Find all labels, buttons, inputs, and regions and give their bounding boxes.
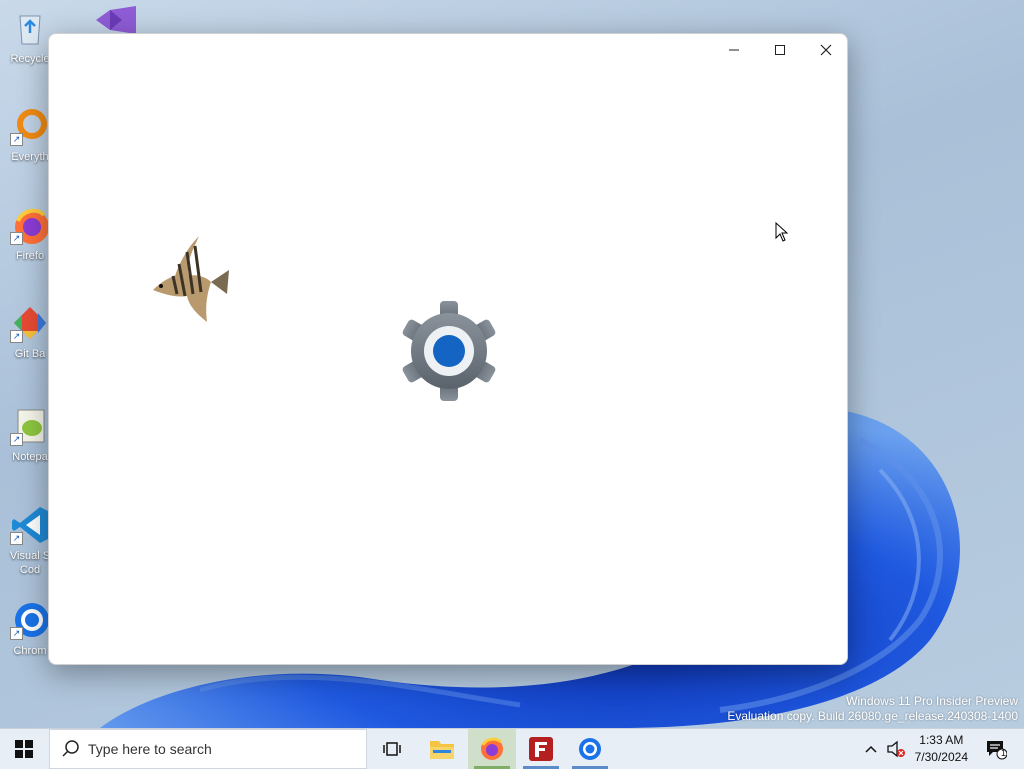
taskbar: Type here to search 1:33 AM 7/30/2024 1	[0, 728, 1024, 769]
chrome-icon: ↗	[10, 600, 50, 640]
shortcut-arrow-icon: ↗	[10, 330, 23, 343]
watermark-line-2: Evaluation copy. Build 26080.ge_release.…	[727, 709, 1018, 723]
everything-search-icon: ↗	[10, 106, 50, 146]
git-bash-icon: ↗	[10, 303, 50, 343]
shortcut-arrow-icon: ↗	[10, 532, 23, 545]
taskbar-file-explorer[interactable]	[418, 729, 466, 769]
taskbar-chrome[interactable]	[566, 729, 614, 769]
chevron-up-icon	[865, 745, 877, 753]
recycle-bin-icon	[10, 8, 50, 48]
app-window[interactable]	[48, 33, 848, 665]
minimize-button[interactable]	[711, 34, 757, 66]
angelfish-icon[interactable]	[149, 234, 239, 324]
notepad-plus-plus-icon: ↗	[10, 406, 50, 446]
firefox-icon	[481, 737, 503, 760]
clock-date: 7/30/2024	[914, 750, 968, 764]
shortcut-arrow-icon: ↗	[10, 627, 23, 640]
volume-muted-icon	[887, 740, 905, 758]
shortcut-arrow-icon: ↗	[10, 433, 23, 446]
filezilla-icon	[529, 737, 553, 761]
taskbar-firefox[interactable]	[468, 729, 516, 769]
watermark-line-1: Windows 11 Pro Insider Preview	[846, 694, 1018, 708]
windows-watermark: Windows 11 Pro Insider Preview Evaluatio…	[727, 694, 1018, 724]
task-view-icon	[383, 742, 401, 756]
maximize-icon	[775, 45, 785, 55]
taskbar-search-box[interactable]: Type here to search	[49, 729, 367, 769]
volume-button[interactable]	[884, 729, 908, 769]
vscode-icon: ↗	[10, 505, 50, 545]
firefox-icon: ↗	[10, 205, 50, 245]
clock-time: 1:33 AM	[919, 733, 964, 747]
taskbar-clock[interactable]: 1:33 AM 7/30/2024	[915, 732, 968, 766]
shortcut-arrow-icon: ↗	[10, 133, 23, 146]
taskbar-filezilla[interactable]	[517, 729, 565, 769]
close-button[interactable]	[803, 34, 847, 66]
windows-logo-icon	[15, 740, 33, 758]
chrome-icon	[579, 738, 601, 760]
visual-studio-icon[interactable]	[92, 6, 140, 34]
folder-icon	[430, 741, 454, 759]
notification-count: 1	[1001, 748, 1007, 758]
settings-gear-icon	[399, 301, 499, 401]
mouse-cursor-icon	[775, 221, 789, 247]
shortcut-arrow-icon: ↗	[10, 232, 23, 245]
search-placeholder: Type here to search	[88, 741, 212, 757]
show-hidden-icons-button[interactable]	[858, 729, 884, 769]
minimize-icon	[729, 49, 739, 51]
start-button[interactable]	[0, 729, 48, 769]
task-view-button[interactable]	[368, 729, 416, 769]
close-icon	[820, 44, 832, 56]
maximize-button[interactable]	[757, 34, 803, 66]
search-icon	[62, 740, 79, 757]
notification-center-button[interactable]: 1	[976, 729, 1016, 769]
